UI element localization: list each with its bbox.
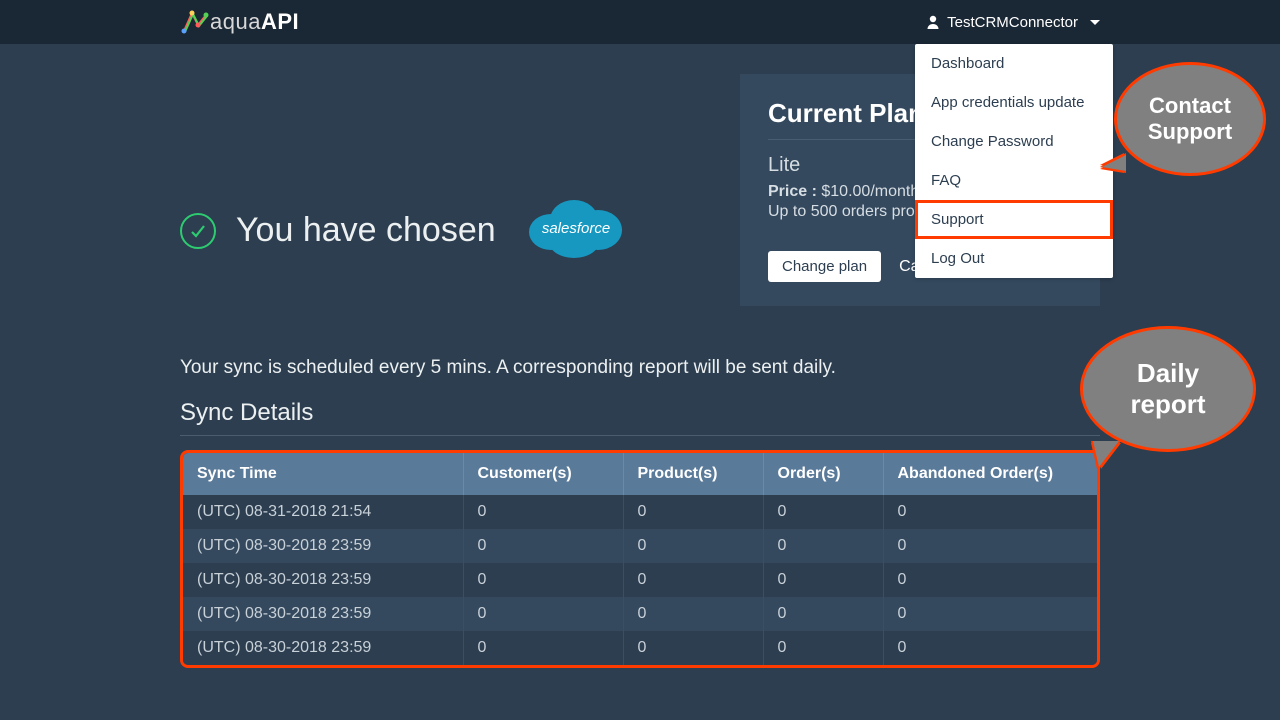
chevron-down-icon: [1090, 20, 1100, 25]
col-orders: Order(s): [763, 453, 883, 495]
table-cell: 0: [623, 563, 763, 597]
table-cell: 0: [883, 631, 1097, 665]
table-cell: 0: [463, 495, 623, 529]
table-row: (UTC) 08-30-2018 23:590000: [183, 563, 1097, 597]
table-cell: 0: [883, 495, 1097, 529]
dropdown-item-faq[interactable]: FAQ: [915, 161, 1113, 200]
table-row: (UTC) 08-30-2018 23:590000: [183, 631, 1097, 665]
logo-icon: [180, 7, 210, 37]
col-products: Product(s): [623, 453, 763, 495]
chosen-text: You have chosen: [236, 211, 496, 250]
table-cell: 0: [623, 495, 763, 529]
table-cell: 0: [463, 529, 623, 563]
check-icon: [188, 221, 208, 241]
logo[interactable]: aquaAPI: [180, 7, 299, 37]
svg-text:salesforce: salesforce: [541, 220, 609, 237]
dropdown-item-logout[interactable]: Log Out: [915, 239, 1113, 278]
table-cell: 0: [763, 631, 883, 665]
table-cell: 0: [763, 495, 883, 529]
table-cell: (UTC) 08-30-2018 23:59: [183, 563, 463, 597]
table-cell: (UTC) 08-30-2018 23:59: [183, 597, 463, 631]
table-cell: 0: [623, 597, 763, 631]
table-cell: (UTC) 08-30-2018 23:59: [183, 529, 463, 563]
dropdown-item-credentials[interactable]: App credentials update: [915, 83, 1113, 122]
user-menu-toggle[interactable]: TestCRMConnector: [925, 14, 1100, 31]
callout-daily-report: Daily report: [1080, 326, 1256, 452]
table-cell: 0: [883, 563, 1097, 597]
table-row: (UTC) 08-31-2018 21:540000: [183, 495, 1097, 529]
table-row: (UTC) 08-30-2018 23:590000: [183, 597, 1097, 631]
check-circle-icon: [180, 213, 216, 249]
table-cell: 0: [763, 563, 883, 597]
table-cell: 0: [763, 597, 883, 631]
table-cell: 0: [623, 631, 763, 665]
logo-text: aquaAPI: [210, 9, 299, 35]
salesforce-logo: salesforce: [516, 188, 636, 273]
table-cell: 0: [763, 529, 883, 563]
sync-table-highlight: Sync Time Customer(s) Product(s) Order(s…: [180, 450, 1100, 668]
table-row: (UTC) 08-30-2018 23:590000: [183, 529, 1097, 563]
table-cell: 0: [623, 529, 763, 563]
user-dropdown: Dashboard App credentials update Change …: [915, 44, 1113, 278]
table-cell: 0: [883, 529, 1097, 563]
dropdown-item-dashboard[interactable]: Dashboard: [915, 44, 1113, 83]
user-icon: [925, 14, 941, 30]
username: TestCRMConnector: [947, 14, 1078, 31]
table-cell: (UTC) 08-31-2018 21:54: [183, 495, 463, 529]
col-customers: Customer(s): [463, 453, 623, 495]
sync-schedule-text: Your sync is scheduled every 5 mins. A c…: [180, 357, 1100, 379]
col-sync-time: Sync Time: [183, 453, 463, 495]
table-cell: 0: [883, 597, 1097, 631]
table-cell: 0: [463, 631, 623, 665]
dropdown-item-support[interactable]: Support: [915, 200, 1113, 239]
callout-contact-support: Contact Support: [1114, 62, 1266, 176]
table-cell: 0: [463, 597, 623, 631]
dropdown-item-password[interactable]: Change Password: [915, 122, 1113, 161]
col-abandoned: Abandoned Order(s): [883, 453, 1097, 495]
table-cell: 0: [463, 563, 623, 597]
sync-table: Sync Time Customer(s) Product(s) Order(s…: [183, 453, 1097, 665]
topbar: aquaAPI TestCRMConnector: [0, 0, 1280, 44]
sync-details-heading: Sync Details: [180, 399, 1100, 436]
table-cell: (UTC) 08-30-2018 23:59: [183, 631, 463, 665]
